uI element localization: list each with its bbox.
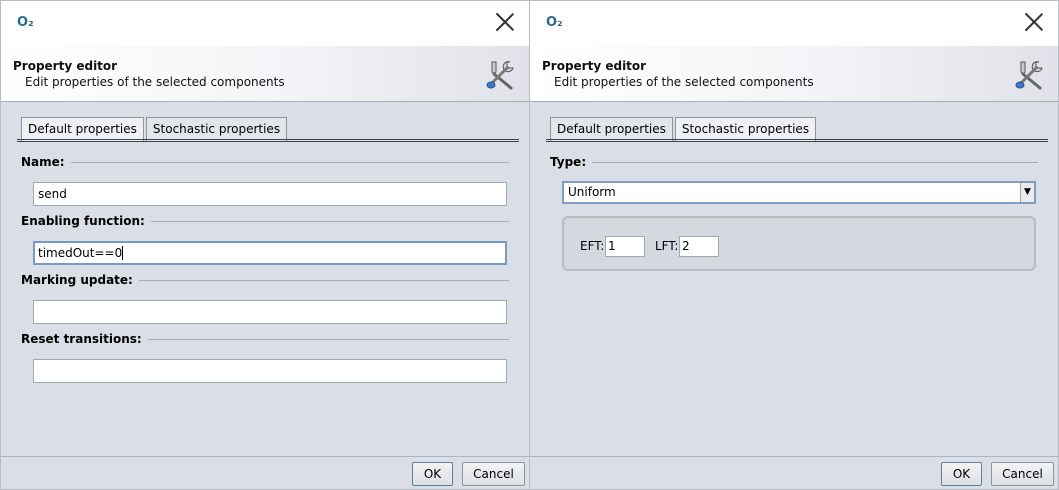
tab-divider: [17, 139, 519, 142]
property-editor-dialog-default: O₂ Property editor Edit properties of th…: [0, 0, 530, 490]
marking-update-label: Marking update:: [21, 273, 139, 287]
type-label: Type:: [550, 155, 593, 169]
close-icon[interactable]: [1024, 12, 1044, 32]
app-logo: O₂: [17, 15, 34, 30]
tab-divider: [546, 139, 1048, 142]
tools-icon: [1015, 61, 1043, 90]
header-subtitle: Edit properties of the selected componen…: [25, 75, 285, 89]
header-title: Property editor: [13, 59, 118, 73]
tab-default-properties[interactable]: Default properties: [21, 117, 144, 141]
uniform-params-group: EFT: 1 LFT: 2: [562, 216, 1036, 271]
ok-button[interactable]: OK: [412, 462, 453, 486]
name-label: Name:: [21, 155, 71, 169]
type-select-value: Uniform: [568, 185, 616, 199]
tools-icon: [486, 61, 514, 90]
title-bar: O₂: [1, 1, 529, 46]
eft-label: EFT:: [580, 239, 605, 253]
title-bar: O₂: [530, 1, 1058, 46]
ok-button[interactable]: OK: [941, 462, 982, 486]
dialog-header: Property editor Edit properties of the s…: [1, 46, 529, 102]
section-divider: [21, 162, 509, 163]
dialog-header: Property editor Edit properties of the s…: [530, 46, 1058, 102]
reset-transitions-label: Reset transitions:: [21, 332, 148, 346]
enabling-function-value: timedOut==0: [38, 246, 123, 260]
header-title: Property editor: [542, 59, 647, 73]
header-subtitle: Edit properties of the selected componen…: [554, 75, 814, 89]
eft-field[interactable]: 1: [605, 236, 645, 257]
tab-stochastic-properties[interactable]: Stochastic properties: [674, 117, 817, 141]
text-caret: [122, 246, 124, 260]
section-divider: [550, 162, 1038, 163]
footer-divider: [530, 456, 1058, 457]
enabling-function-label: Enabling function:: [21, 214, 151, 228]
close-icon[interactable]: [495, 12, 515, 32]
cancel-button[interactable]: Cancel: [462, 462, 525, 486]
tab-bar: Default properties Stochastic properties: [21, 117, 289, 141]
tab-default-properties[interactable]: Default properties: [550, 117, 673, 141]
type-select[interactable]: Uniform ▼: [562, 181, 1036, 204]
tab-bar: Default properties Stochastic properties: [550, 117, 818, 141]
app-logo: O₂: [546, 15, 563, 30]
enabling-function-field[interactable]: timedOut==0: [33, 241, 507, 265]
lft-label: LFT:: [655, 239, 679, 253]
name-field[interactable]: send: [33, 182, 507, 206]
marking-update-field[interactable]: [33, 300, 507, 324]
property-editor-dialog-stochastic: O₂ Property editor Edit properties of th…: [529, 0, 1059, 490]
tab-stochastic-properties[interactable]: Stochastic properties: [145, 117, 288, 141]
footer-divider: [1, 456, 529, 457]
cancel-button[interactable]: Cancel: [991, 462, 1054, 486]
lft-field[interactable]: 2: [679, 236, 719, 257]
reset-transitions-field[interactable]: [33, 359, 507, 383]
chevron-down-icon[interactable]: ▼: [1020, 183, 1034, 202]
